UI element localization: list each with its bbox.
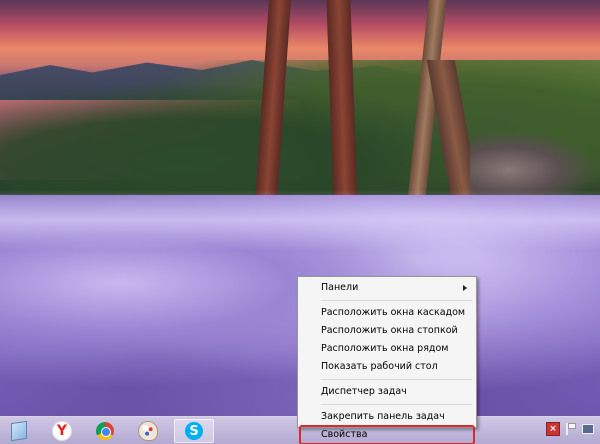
system-tray: × <box>546 422 594 436</box>
menu-item-panels[interactable]: Панели <box>300 279 474 297</box>
taskbar-context-menu: Панели Расположить окна каскадом Располо… <box>297 276 477 444</box>
menu-item-side-by-side-windows[interactable]: Расположить окна рядом <box>300 340 474 358</box>
menu-item-label: Панели <box>321 282 359 293</box>
menu-item-label: Показать рабочий стол <box>321 361 438 372</box>
display-icon[interactable] <box>582 424 594 434</box>
menu-item-label: Свойства <box>321 429 368 440</box>
menu-divider <box>321 404 472 405</box>
menu-item-show-desktop[interactable]: Показать рабочий стол <box>300 358 474 376</box>
menu-item-label: Расположить окна стопкой <box>321 325 458 336</box>
taskbar-button-yandex[interactable]: Y <box>45 419 79 443</box>
menu-item-label: Расположить окна рядом <box>321 343 449 354</box>
wallpaper-mist <box>0 190 600 250</box>
taskbar-button-chrome[interactable] <box>88 419 122 443</box>
paint-icon <box>138 421 158 441</box>
skype-icon: S <box>185 422 203 440</box>
menu-item-label: Диспетчер задач <box>321 386 407 397</box>
menu-item-task-manager[interactable]: Диспетчер задач <box>300 383 474 401</box>
menu-item-properties[interactable]: Свойства <box>299 425 475 444</box>
flag-icon[interactable] <box>566 423 576 435</box>
submenu-arrow-icon <box>463 285 467 291</box>
menu-item-label: Закрепить панель задач <box>321 411 445 422</box>
menu-item-label: Расположить окна каскадом <box>321 307 466 318</box>
yandex-browser-icon: Y <box>52 421 72 441</box>
taskbar-button-paint[interactable] <box>131 419 165 443</box>
taskbar-button-skype[interactable]: S <box>174 419 214 443</box>
chrome-icon <box>96 422 114 440</box>
tablet-icon <box>11 420 27 442</box>
menu-item-cascade-windows[interactable]: Расположить окна каскадом <box>300 304 474 322</box>
menu-item-stack-windows[interactable]: Расположить окна стопкой <box>300 322 474 340</box>
taskbar-button-tablet[interactable] <box>2 419 36 443</box>
action-center-icon[interactable]: × <box>546 422 560 436</box>
menu-item-lock-taskbar[interactable]: Закрепить панель задач <box>300 408 474 426</box>
menu-divider <box>321 379 472 380</box>
menu-divider <box>321 300 472 301</box>
